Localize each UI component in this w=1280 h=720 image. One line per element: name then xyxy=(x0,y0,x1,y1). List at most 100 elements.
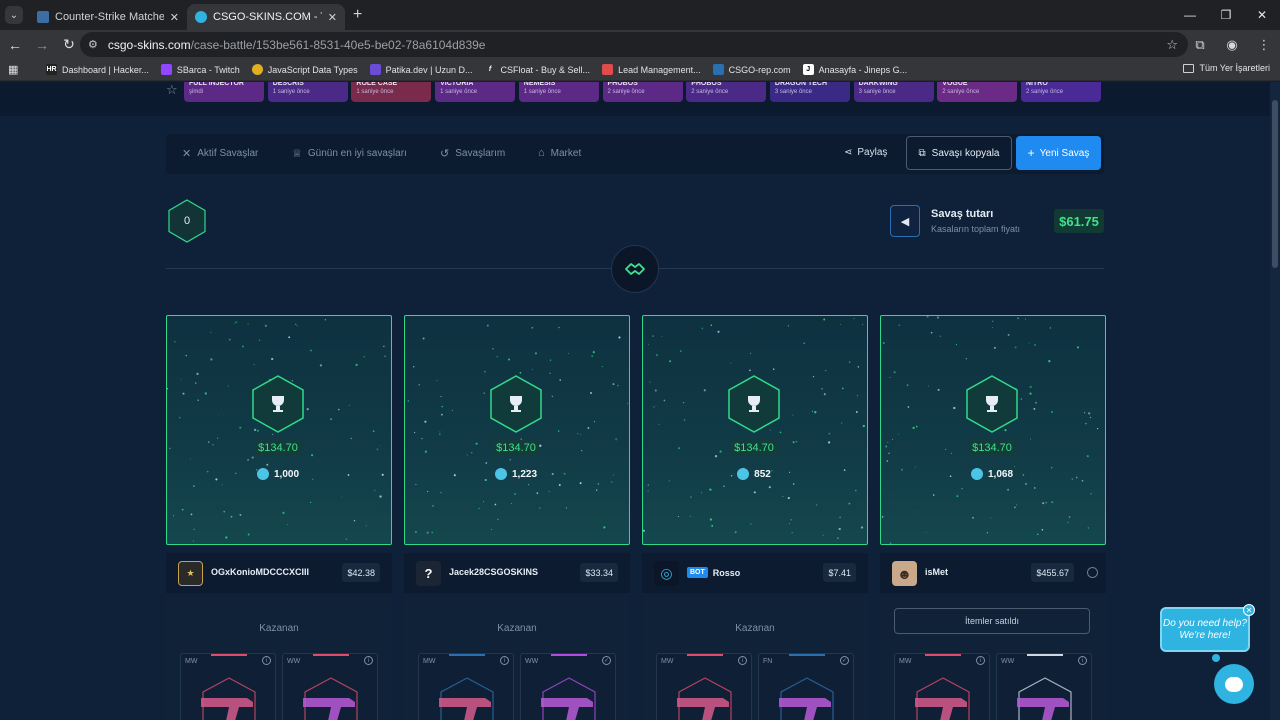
bookmark-item[interactable]: Lead Management... xyxy=(602,64,701,75)
star-dot xyxy=(992,320,994,322)
address-bar[interactable]: ⚙ csgo-skins.com/case-battle/153be561-85… xyxy=(80,32,1188,57)
forward-icon[interactable]: → xyxy=(30,37,54,53)
bookmark-item[interactable]: CSGO-rep.com xyxy=(712,64,791,75)
item-card[interactable]: WW i xyxy=(282,653,378,720)
item-card[interactable]: WW i xyxy=(996,653,1092,720)
copy-battle-button[interactable]: ⧉ Savaşı kopyala xyxy=(906,136,1012,170)
star-dot xyxy=(407,400,410,402)
shield-icon[interactable]: ✓ xyxy=(602,656,611,665)
close-tab-icon[interactable]: ✕ xyxy=(170,11,179,24)
share-icon: ⋖ xyxy=(844,147,853,158)
nav-market[interactable]: ⌂ Market xyxy=(538,147,581,159)
item-card[interactable]: MW i xyxy=(894,653,990,720)
player-balance: $455.67 xyxy=(1031,563,1074,582)
case-chip[interactable]: PHOBOS 2 saniye önce xyxy=(686,82,767,102)
star-dot xyxy=(496,356,498,358)
share-button[interactable]: ⋖ Paylaş xyxy=(844,147,887,158)
nav-active-battles[interactable]: ✕ Aktif Savaşlar xyxy=(182,147,258,160)
info-icon[interactable]: i xyxy=(262,656,271,665)
case-chip[interactable]: ROLE CASE 1 saniye önce xyxy=(351,82,432,102)
chat-button[interactable] xyxy=(1214,664,1254,704)
back-icon[interactable]: ← xyxy=(3,37,27,53)
tab-search-icon[interactable]: ⌄ xyxy=(5,6,23,24)
case-chip[interactable]: DRAGON TECH 3 saniye önce xyxy=(769,82,850,102)
avatar[interactable]: ☻ xyxy=(892,561,917,586)
case-chip[interactable]: DESCRIS 1 saniye önce xyxy=(267,82,348,102)
info-icon[interactable]: i xyxy=(500,656,509,665)
info-icon[interactable]: i xyxy=(364,656,373,665)
case-chip[interactable]: DARKWING 3 saniye önce xyxy=(853,82,934,102)
bookmark-item[interactable]: f CSFloat - Buy & Sell... xyxy=(484,64,590,75)
info-icon[interactable]: i xyxy=(976,656,985,665)
nav-best-battles[interactable]: ♕ Günün en iyi savaşları xyxy=(292,147,407,160)
item-card[interactable]: FN ✓ xyxy=(758,653,854,720)
shield-icon[interactable]: ✓ xyxy=(840,656,849,665)
star-dot xyxy=(485,462,488,464)
star-dot xyxy=(508,358,510,361)
player-name[interactable]: isMet xyxy=(925,567,948,577)
star-dot xyxy=(591,355,594,357)
emoji-icon[interactable] xyxy=(1087,567,1098,578)
star-dot xyxy=(1037,533,1039,536)
site-info-icon[interactable]: ⚙ xyxy=(88,38,98,51)
star-dot xyxy=(497,518,499,521)
star-dot xyxy=(1049,327,1052,329)
case-chip[interactable]: NITRO 2 saniye önce xyxy=(1021,82,1101,102)
new-battle-button[interactable]: + Yeni Savaş xyxy=(1016,136,1101,170)
item-card[interactable]: WW ✓ xyxy=(520,653,616,720)
avatar[interactable]: ★ xyxy=(178,561,203,586)
bookmark-label: SBarca - Twitch xyxy=(176,64,240,75)
star-icon[interactable]: ☆ xyxy=(166,82,178,98)
star-dot xyxy=(577,433,579,435)
extensions-icon[interactable]: ⧉ xyxy=(1184,37,1216,53)
bookmark-item[interactable]: SBarca - Twitch xyxy=(160,64,240,75)
case-chip[interactable]: VOGUE 2 saniye önce xyxy=(937,82,1018,102)
star-dot xyxy=(682,401,685,404)
player-name[interactable]: Jacek28CSGOSKINS xyxy=(449,567,538,577)
star-dot xyxy=(365,525,367,527)
item-card[interactable]: MW i xyxy=(180,653,276,720)
bookmark-item[interactable]: J Anasayfa - Jineps G... xyxy=(802,64,907,75)
coin-count: 1,223 xyxy=(404,468,628,480)
star-dot xyxy=(701,327,704,330)
help-bubble[interactable]: Do you need help? We're here! xyxy=(1160,607,1250,652)
menu-icon[interactable]: ⋮ xyxy=(1248,37,1280,53)
avatar[interactable]: ? xyxy=(416,561,441,586)
bookmark-item[interactable]: HR Dashboard | Hacker... xyxy=(46,64,149,75)
nav-my-battles[interactable]: ↺ Savaşlarım xyxy=(440,147,505,160)
apps-grid-icon[interactable]: ▦ xyxy=(8,64,20,76)
bookmark-star-icon[interactable]: ☆ xyxy=(1166,37,1178,53)
profile-icon[interactable]: ◉ xyxy=(1216,37,1248,53)
rarity-line xyxy=(551,654,587,656)
star-dot xyxy=(700,492,702,494)
reload-icon[interactable]: ↻ xyxy=(57,36,81,53)
browser-tab-1[interactable]: Counter-Strike Matches & livesc ✕ xyxy=(29,4,187,30)
minimize-icon[interactable]: — xyxy=(1172,0,1208,30)
player-name[interactable]: OGxKonioMDCCCXCIII xyxy=(211,567,309,577)
close-tab-icon[interactable]: ✕ xyxy=(328,11,337,24)
all-bookmarks[interactable]: Tüm Yer İşaretleri xyxy=(1183,63,1270,73)
new-tab-icon[interactable]: + xyxy=(353,6,362,24)
close-window-icon[interactable]: ✕ xyxy=(1244,0,1280,30)
restore-icon[interactable]: ❐ xyxy=(1208,0,1244,30)
rarity-line xyxy=(449,654,485,656)
info-icon[interactable]: i xyxy=(1078,656,1087,665)
bookmark-item[interactable]: Patika.dev | Uzun D... xyxy=(369,64,473,75)
star-dot xyxy=(856,395,859,397)
info-icon[interactable]: i xyxy=(738,656,747,665)
player-name[interactable]: BOT Rosso xyxy=(687,567,740,578)
case-chip[interactable]: VICTORIA 1 saniye önce xyxy=(435,82,516,102)
case-chip[interactable]: PHOBOS 2 saniye önce xyxy=(602,82,683,102)
avatar[interactable]: ◎ xyxy=(654,561,679,586)
scrollbar-thumb[interactable] xyxy=(1272,100,1278,268)
item-card[interactable]: MW i xyxy=(418,653,514,720)
browser-tab-2[interactable]: CSGO-SKINS.COM - Türkiye'nin ✕ xyxy=(187,4,345,30)
item-card[interactable]: MW i xyxy=(656,653,752,720)
sound-toggle-button[interactable]: ◀ xyxy=(890,205,920,237)
close-help-icon[interactable]: ✕ xyxy=(1243,604,1255,616)
bookmark-item[interactable]: JavaScript Data Types xyxy=(251,64,358,75)
case-chip[interactable]: NEMESIS 1 saniye önce xyxy=(518,82,599,102)
star-dot xyxy=(972,517,974,519)
star-dot xyxy=(824,369,827,372)
case-chip[interactable]: FULL INJECTOR şimdi xyxy=(184,82,264,102)
